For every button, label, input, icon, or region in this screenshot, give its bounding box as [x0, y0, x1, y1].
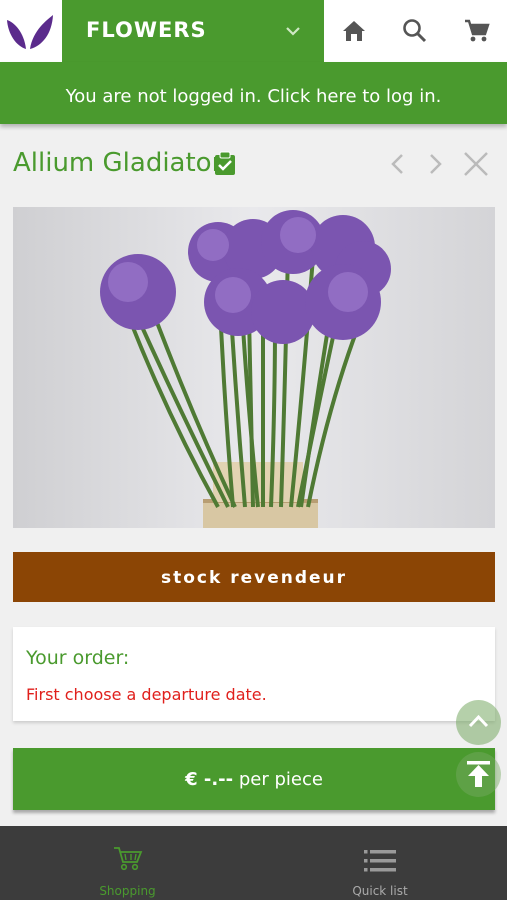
logo[interactable] — [0, 0, 62, 62]
category-label: FLOWERS — [86, 18, 207, 42]
cart-icon[interactable] — [460, 14, 494, 48]
tab-shopping[interactable]: Shopping — [60, 826, 195, 900]
order-message: First choose a departure date. — [26, 685, 267, 704]
product-title: Allium Gladiator — [13, 148, 223, 178]
verified-clipboard-icon — [215, 151, 235, 175]
leaf-logo-icon — [7, 15, 53, 49]
close-icon[interactable] — [462, 150, 490, 178]
chevron-down-icon — [286, 27, 300, 36]
scroll-up-button[interactable] — [456, 700, 501, 745]
login-banner-text: You are not logged in. Click here to log… — [65, 86, 442, 107]
list-icon — [364, 850, 396, 872]
tab-quick-list-label: Quick list — [352, 884, 408, 898]
order-heading: Your order: — [26, 647, 130, 669]
home-icon[interactable] — [337, 14, 371, 48]
cart-outline-icon — [114, 847, 143, 871]
stock-label: stock revendeur — [13, 552, 495, 602]
category-selector[interactable]: FLOWERS — [62, 0, 324, 62]
order-card: Your order: First choose a departure dat… — [13, 627, 495, 721]
price-amount: € -.-- — [185, 769, 234, 790]
search-icon[interactable] — [398, 14, 432, 48]
chevron-up-icon — [468, 714, 489, 728]
product-image[interactable] — [13, 207, 495, 528]
price-unit: per piece — [233, 769, 323, 790]
tab-quick-list[interactable]: Quick list — [315, 826, 445, 900]
previous-icon[interactable] — [386, 150, 410, 178]
tab-shopping-label: Shopping — [99, 884, 156, 898]
next-icon[interactable] — [423, 150, 447, 178]
top-bar: FLOWERS — [0, 0, 507, 62]
scroll-to-top-button[interactable] — [456, 752, 501, 797]
login-banner[interactable]: You are not logged in. Click here to log… — [0, 62, 507, 124]
bottom-nav: Shopping Quick list — [0, 826, 507, 900]
arrow-to-top-icon — [467, 761, 490, 787]
allium-flowers-image — [100, 210, 391, 528]
price-button[interactable]: € -.-- per piece — [13, 748, 495, 810]
